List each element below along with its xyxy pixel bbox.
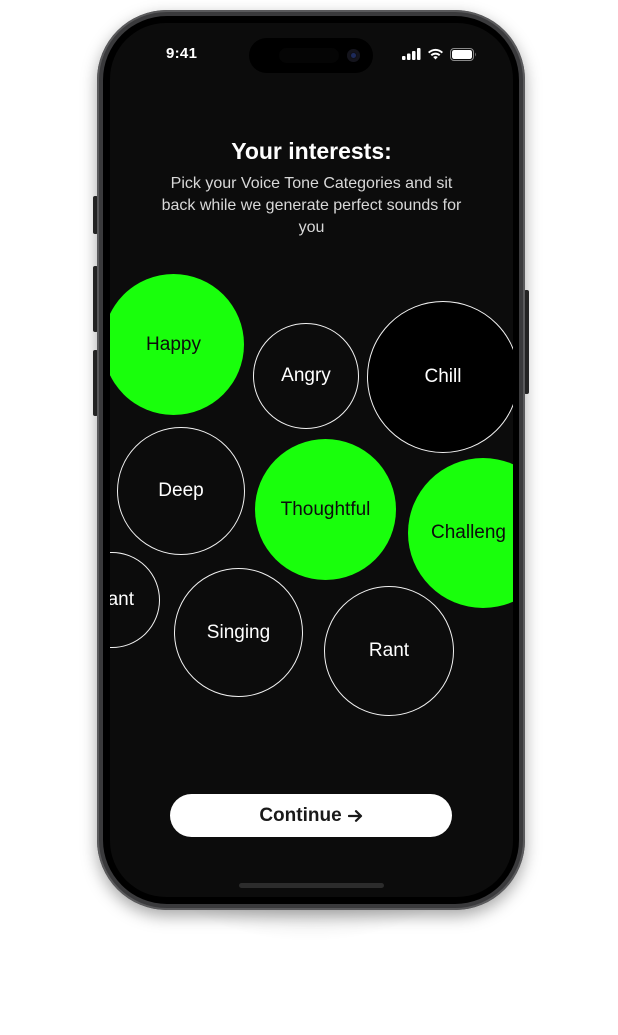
- category-bubbles: Happy Angry Chill Deep Thoughtful Challe…: [110, 23, 513, 897]
- category-label: Deep: [158, 480, 204, 501]
- category-bubble-deep[interactable]: Deep: [117, 427, 245, 555]
- category-bubble-happy[interactable]: Happy: [110, 274, 244, 415]
- home-indicator[interactable]: [239, 883, 384, 888]
- category-label: Happy: [146, 333, 201, 355]
- category-label: ant: [110, 589, 134, 610]
- arrow-right-icon: [347, 809, 362, 822]
- category-label: Challeng: [431, 522, 506, 543]
- category-bubble-partial-left[interactable]: ant: [110, 552, 160, 648]
- category-bubble-challenging[interactable]: Challeng: [408, 458, 513, 608]
- category-bubble-rant[interactable]: Rant: [324, 586, 454, 716]
- continue-label: Continue: [259, 804, 342, 826]
- category-label: Thoughtful: [280, 498, 371, 520]
- category-bubble-singing[interactable]: Singing: [174, 568, 303, 697]
- category-bubble-angry[interactable]: Angry: [253, 323, 359, 429]
- continue-button[interactable]: Continue: [170, 794, 452, 837]
- category-bubble-thoughtful[interactable]: Thoughtful: [255, 439, 396, 580]
- category-label: Rant: [368, 640, 410, 661]
- category-label: Angry: [281, 365, 331, 386]
- category-label: Chill: [424, 366, 462, 387]
- category-bubble-chill[interactable]: Chill: [367, 301, 513, 453]
- category-label: Singing: [206, 621, 271, 643]
- app-screen: 9:41 Your interests: Pick your Voice Ton…: [110, 23, 513, 897]
